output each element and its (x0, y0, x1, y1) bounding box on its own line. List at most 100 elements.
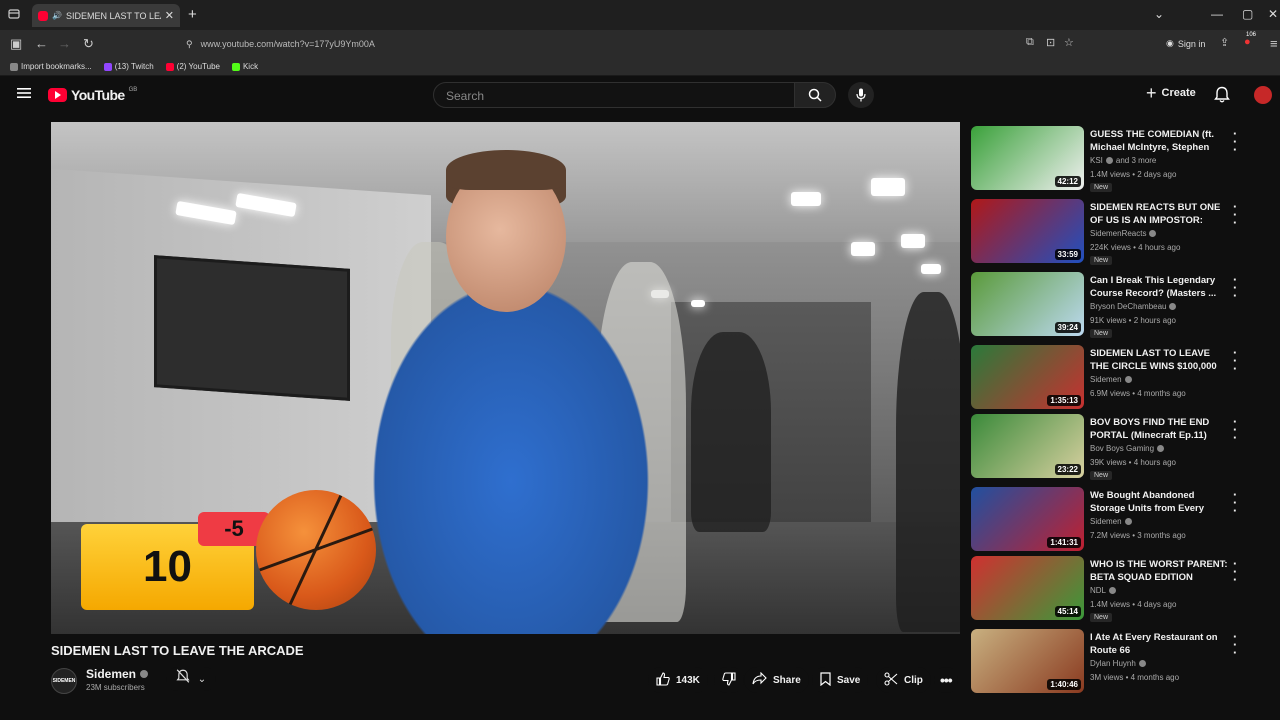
search-input[interactable]: Search (433, 82, 795, 108)
recommended-video[interactable]: 45:14 WHO IS THE WORST PARENT: BETA SQUAD… (971, 556, 1261, 622)
recommended-views-age: 3M views • 4 months ago (1090, 673, 1180, 682)
close-window-icon[interactable]: ✕ (1268, 7, 1278, 21)
more-vertical-icon[interactable]: · · · (1233, 127, 1237, 156)
voice-search-button[interactable] (848, 82, 874, 108)
more-vertical-icon[interactable]: · · · (1233, 557, 1237, 586)
youtube-logo[interactable]: YouTube GB (48, 87, 137, 103)
video-thumbnail[interactable]: 1:40:46 (971, 629, 1084, 693)
tab-title: SIDEMEN LAST TO LEAVE T (65, 10, 161, 21)
bookmark-item[interactable]: Kick (231, 62, 258, 71)
sign-in-button[interactable]: ◉ Sign in (1166, 38, 1205, 49)
recommended-channel[interactable]: Bryson DeChambeau (1090, 302, 1177, 311)
recommended-video-title[interactable]: GUESS THE COMEDIAN (ft. Michael McIntyre… (1090, 128, 1230, 154)
recommended-video[interactable]: 23:22 BOV BOYS FIND THE END PORTAL (Minec… (971, 414, 1261, 480)
more-vertical-icon[interactable]: · · · (1233, 200, 1237, 229)
video-thumbnail[interactable]: 39:24 (971, 272, 1084, 336)
maximize-icon[interactable]: ▢ (1242, 7, 1253, 21)
sidebar-toggle-icon[interactable]: ▣ (10, 36, 22, 52)
site-info-icon[interactable]: ⚲ (186, 39, 193, 50)
video-thumbnail[interactable]: 45:14 (971, 556, 1084, 620)
recommended-video-title[interactable]: SIDEMEN LAST TO LEAVE THE CIRCLE WINS $1… (1090, 347, 1230, 373)
browser-tab[interactable]: 🔊 SIDEMEN LAST TO LEAVE T ✕ (32, 4, 180, 27)
more-actions-button[interactable]: ••• (934, 667, 958, 693)
video-duration: 45:14 (1054, 606, 1081, 617)
create-button[interactable]: + Create (1146, 84, 1196, 102)
recommended-channel[interactable]: KSI and 3 more (1090, 156, 1156, 165)
recommended-video[interactable]: 1:41:31 We Bought Abandoned Storage Units… (971, 487, 1261, 553)
recommended-video[interactable]: 33:59 SIDEMEN REACTS BUT ONE OF US IS AN … (971, 199, 1261, 265)
translate-icon[interactable]: ⧉ (1026, 36, 1034, 49)
channel-name: Sidemen (86, 667, 137, 681)
dislike-button[interactable] (713, 667, 744, 693)
bookmark-favicon-icon (10, 62, 18, 71)
recommended-video-title[interactable]: We Bought Abandoned Storage Units from E… (1090, 489, 1230, 515)
bookmark-star-icon[interactable]: ☆ (1064, 36, 1074, 49)
youtube-play-icon (48, 88, 67, 102)
notification-settings-button[interactable]: ⌄ (166, 667, 216, 691)
thumbs-up-icon (656, 671, 670, 689)
save-button[interactable]: Save (812, 667, 869, 693)
notifications-bell-icon[interactable] (1214, 86, 1230, 104)
new-tab-icon[interactable]: + (188, 6, 197, 23)
recommended-video-title[interactable]: Can I Break This Legendary Course Record… (1090, 274, 1230, 300)
reload-icon[interactable]: ↻ (83, 36, 94, 52)
bookmark-item[interactable]: (2) YouTube (165, 62, 220, 71)
clip-button[interactable]: Clip (876, 667, 931, 693)
account-avatar[interactable] (1254, 86, 1272, 104)
recommended-video[interactable]: 39:24 Can I Break This Legendary Course R… (971, 272, 1261, 338)
menu-hamburger-icon[interactable] (17, 87, 31, 99)
more-vertical-icon[interactable]: · · · (1233, 630, 1237, 659)
recommended-channel[interactable]: Bov Boys Gaming (1090, 444, 1165, 453)
picture-in-picture-icon[interactable]: ⊡ (1046, 36, 1055, 49)
recommended-channel[interactable]: SidemenReacts (1090, 229, 1157, 238)
bookmark-label: (2) YouTube (176, 62, 220, 71)
video-thumbnail[interactable]: 33:59 (971, 199, 1084, 263)
share-button[interactable]: Share (744, 667, 809, 693)
recommended-channel[interactable]: Dylan Huynh (1090, 659, 1146, 668)
extension-badge-icon[interactable]: 106 ● (1244, 32, 1256, 48)
recommended-video[interactable]: 1:35:13 SIDEMEN LAST TO LEAVE THE CIRCLE … (971, 345, 1261, 411)
forward-icon[interactable]: → (58, 36, 71, 51)
recommended-video-title[interactable]: I Ate At Every Restaurant on Route 66 (1090, 631, 1230, 657)
new-badge: New (1090, 329, 1113, 338)
video-player[interactable]: 10 -5 (51, 122, 960, 634)
recommended-video-title[interactable]: BOV BOYS FIND THE END PORTAL (Minecraft … (1090, 416, 1230, 442)
recommended-channel[interactable]: Sidemen (1090, 517, 1132, 526)
like-button[interactable]: 143K (648, 667, 708, 693)
recommended-video[interactable]: 1:40:46 I Ate At Every Restaurant on Rout… (971, 629, 1261, 695)
bookmark-favicon-icon (165, 62, 174, 71)
bookmark-label: (13) Twitch (114, 62, 154, 71)
search-button[interactable] (794, 82, 836, 108)
share-arrow-icon (752, 671, 767, 688)
back-icon[interactable]: ← (35, 36, 48, 51)
channel-avatar[interactable]: SIDEMEN (51, 668, 77, 694)
speaker-icon[interactable]: 🔊 (52, 11, 62, 20)
video-thumbnail[interactable]: 1:35:13 (971, 345, 1084, 409)
recommended-video-title[interactable]: SIDEMEN REACTS BUT ONE OF US IS AN IMPOS… (1090, 201, 1230, 227)
browser-tab-bar: 🔊 SIDEMEN LAST TO LEAVE T ✕ + ⌄ — ▢ ✕ (0, 0, 1280, 30)
more-vertical-icon[interactable]: · · · (1233, 273, 1237, 302)
close-tab-icon[interactable]: ✕ (165, 9, 174, 22)
more-vertical-icon[interactable]: · · · (1233, 346, 1237, 375)
recommended-channel[interactable]: NDL (1090, 586, 1117, 595)
youtube-header: YouTube GB Search + Create (0, 76, 1280, 116)
recommended-channel[interactable]: Sidemen (1090, 375, 1132, 384)
recommended-channel-name: KSI (1090, 156, 1103, 165)
minimize-icon[interactable]: — (1211, 7, 1223, 21)
address-field[interactable]: ⚲ www.youtube.com/watch?v=177yU9Ym00A (182, 33, 1082, 55)
tab-list-chevron-icon[interactable]: ⌄ (1154, 7, 1164, 21)
more-vertical-icon[interactable]: · · · (1233, 488, 1237, 517)
video-thumbnail[interactable]: 42:12 (971, 126, 1084, 190)
bookmark-item[interactable]: Import bookmarks... (10, 62, 92, 71)
tab-overview-icon[interactable] (8, 8, 20, 20)
video-thumbnail[interactable]: 23:22 (971, 414, 1084, 478)
recommended-channel-name: Bov Boys Gaming (1090, 444, 1155, 453)
browser-menu-icon[interactable]: ≡ (1270, 36, 1278, 51)
recommended-video[interactable]: 42:12 GUESS THE COMEDIAN (ft. Michael McI… (971, 126, 1261, 192)
channel-name-link[interactable]: Sidemen (86, 667, 149, 681)
more-vertical-icon[interactable]: · · · (1233, 415, 1237, 444)
recommended-video-title[interactable]: WHO IS THE WORST PARENT: BETA SQUAD EDIT… (1090, 558, 1230, 584)
bookmark-item[interactable]: (13) Twitch (103, 62, 154, 71)
extensions-icon[interactable]: ⇪ (1220, 36, 1229, 49)
video-thumbnail[interactable]: 1:41:31 (971, 487, 1084, 551)
